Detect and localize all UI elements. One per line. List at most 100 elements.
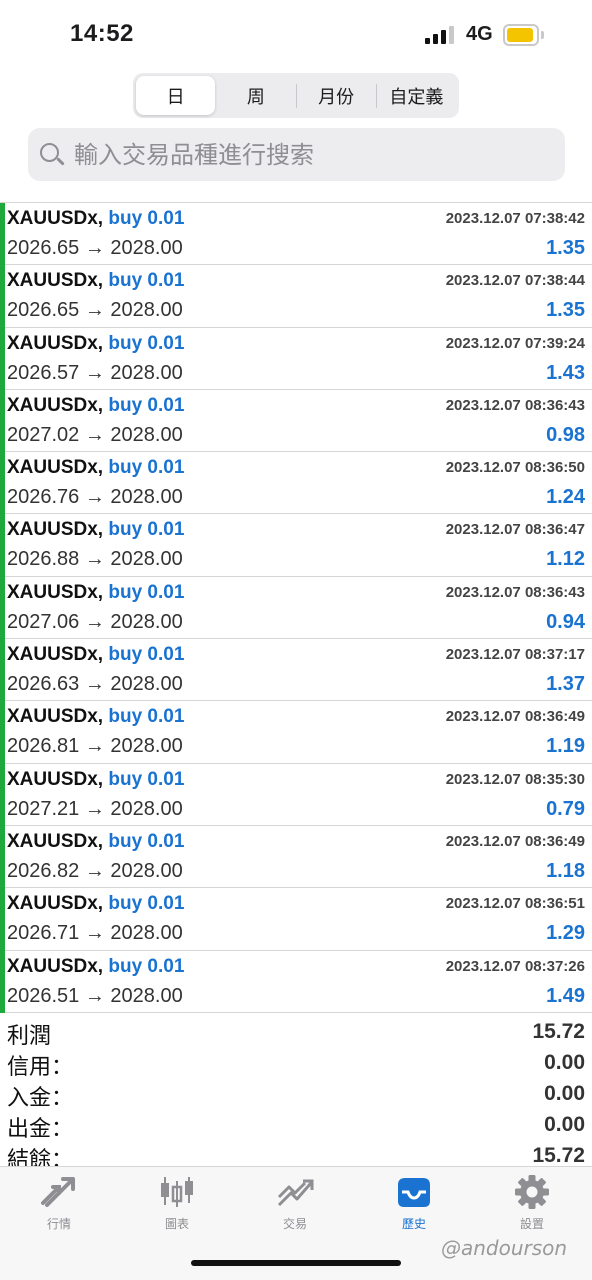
deal-time: 2023.12.07 07:39:24 — [445, 334, 585, 352]
symbol-name: XAUUSDx, — [7, 581, 104, 603]
symbol-name: XAUUSDx, — [7, 955, 104, 977]
deal-symbol: XAUUSDx, buy 0.01 — [7, 270, 184, 292]
deal-prices: 2027.02 → 2028.00 — [7, 423, 183, 446]
deal-prices: 2027.06 → 2028.00 — [7, 610, 183, 633]
deal-prices: 2026.88 → 2028.00 — [7, 548, 183, 571]
summary: 利潤 15.72 信用： 0.00 入金： 0.00 出金： 0.00 結餘： 15.72 — [0, 1016, 592, 1173]
search-icon — [38, 141, 66, 169]
deal-action: buy 0.01 — [108, 830, 185, 852]
deal-prices: 2026.51 → 2028.00 — [7, 984, 183, 1007]
deal-prices: 2026.82 → 2028.00 — [7, 859, 183, 882]
deal-time: 2023.12.07 08:36:47 — [445, 521, 585, 539]
deal-symbol: XAUUSDx, buy 0.01 — [7, 333, 184, 355]
symbol-name: XAUUSDx, — [7, 208, 104, 229]
tab-history[interactable]: 歷史 — [369, 1175, 459, 1235]
deal-row[interactable]: XAUUSDx, buy 0.01 2023.12.07 08:36:47 2026… — [0, 514, 592, 578]
symbol-name: XAUUSDx, — [7, 893, 104, 915]
network-type: 4G — [466, 23, 493, 45]
deal-symbol: XAUUSDx, buy 0.01 — [7, 208, 184, 230]
deal-time: 2023.12.07 08:36:50 — [445, 459, 585, 477]
deal-prices: 2027.21 → 2028.00 — [7, 797, 183, 820]
tab-trade[interactable]: 交易 — [250, 1175, 340, 1235]
deal-prices: 2026.76 → 2028.00 — [7, 486, 183, 509]
deal-profit: 1.19 — [546, 735, 585, 758]
deal-prices: 2026.65 → 2028.00 — [7, 299, 183, 322]
deal-row[interactable]: XAUUSDx, buy 0.01 2023.12.07 08:36:43 2027… — [0, 389, 592, 453]
deal-row[interactable]: XAUUSDx, buy 0.01 2023.12.07 08:36:43 2027… — [0, 576, 592, 640]
status-bar: 14:52 4G — [0, 0, 592, 70]
deal-action: buy 0.01 — [108, 706, 185, 728]
period-tab-day[interactable]: 日 — [136, 76, 216, 115]
deal-time: 2023.12.07 08:36:49 — [445, 708, 585, 726]
deal-row[interactable]: XAUUSDx, buy 0.01 2023.12.07 08:36:49 2026… — [0, 825, 592, 889]
tab-charts[interactable]: 圖表 — [132, 1175, 222, 1235]
deal-profit: 1.29 — [546, 922, 585, 945]
deal-row[interactable]: XAUUSDx, buy 0.01 2023.12.07 08:35:30 2027… — [0, 763, 592, 827]
summary-value: 15.72 — [532, 1020, 585, 1043]
deal-time: 2023.12.07 08:36:43 — [445, 583, 585, 601]
symbol-name: XAUUSDx, — [7, 519, 104, 541]
home-indicator — [191, 1260, 401, 1266]
deal-profit: 0.79 — [546, 797, 585, 820]
summary-row: 信用： 0.00 — [0, 1047, 592, 1080]
deal-time: 2023.12.07 08:37:17 — [445, 646, 585, 664]
battery-tip — [541, 31, 544, 39]
summary-value: 0.00 — [544, 1113, 585, 1136]
period-tab-month[interactable]: 月份 — [297, 76, 376, 115]
deal-profit: 0.98 — [546, 423, 585, 446]
deal-row[interactable]: XAUUSDx, buy 0.01 2023.12.07 08:36:51 2026… — [0, 888, 592, 951]
symbol-name: XAUUSDx, — [7, 394, 104, 416]
deal-prices: 2026.65 → 2028.00 — [7, 237, 183, 259]
deal-profit: 1.43 — [546, 361, 585, 384]
tab-label: 交易 — [282, 1217, 307, 1231]
deal-symbol: XAUUSDx, buy 0.01 — [7, 582, 184, 604]
deal-action: buy 0.01 — [108, 955, 185, 977]
symbol-name: XAUUSDx, — [7, 830, 104, 852]
symbol-name: XAUUSDx, — [7, 768, 104, 790]
deal-profit: 1.35 — [546, 299, 585, 322]
deal-time: 2023.12.07 08:35:30 — [445, 770, 585, 788]
inbox-icon — [394, 1175, 434, 1209]
deal-profit: 0.94 — [546, 610, 585, 633]
deal-row[interactable]: XAUUSDx, buy 0.01 2023.12.07 08:37:26 2026… — [0, 950, 592, 1014]
deal-prices: 2026.81 → 2028.00 — [7, 735, 183, 758]
deal-row[interactable]: XAUUSDx, buy 0.01 2023.12.07 07:39:24 2026… — [0, 327, 592, 391]
deal-symbol: XAUUSDx, buy 0.01 — [7, 519, 184, 541]
status-time: 14:52 — [70, 20, 134, 47]
trend-icon — [275, 1175, 315, 1209]
deal-profit: 1.12 — [546, 548, 585, 571]
summary-label: 信用： — [7, 1055, 74, 1080]
deal-profit: 1.49 — [546, 984, 585, 1007]
tab-settings[interactable]: 設置 — [487, 1175, 577, 1235]
arrows-icon — [39, 1175, 79, 1209]
deal-row[interactable]: XAUUSDx, buy 0.01 2023.12.07 08:37:17 2026… — [0, 639, 592, 702]
period-selector: 日 周 月份 自定義 — [133, 73, 459, 118]
deal-time: 2023.12.07 07:38:42 — [445, 210, 585, 227]
search-input[interactable] — [74, 140, 544, 169]
battery-icon — [503, 24, 539, 46]
period-tab-custom[interactable]: 自定義 — [377, 76, 456, 115]
deal-action: buy 0.01 — [108, 332, 185, 354]
symbol-name: XAUUSDx, — [7, 270, 104, 292]
tab-quotes[interactable]: 行情 — [14, 1175, 104, 1235]
deal-time: 2023.12.07 08:36:43 — [445, 396, 585, 414]
deal-row[interactable]: XAUUSDx, buy 0.01 2023.12.07 08:36:49 2026… — [0, 701, 592, 764]
summary-label: 利潤 — [7, 1024, 52, 1049]
search-bar[interactable] — [28, 128, 565, 181]
deal-row[interactable]: XAUUSDx, buy 0.01 2023.12.07 07:38:44 2026… — [0, 265, 592, 328]
deal-symbol: XAUUSDx, buy 0.01 — [7, 706, 184, 728]
signal-icon — [425, 26, 455, 44]
deal-action: buy 0.01 — [108, 768, 185, 790]
deal-symbol: XAUUSDx, buy 0.01 — [7, 831, 184, 853]
deal-action: buy 0.01 — [108, 208, 185, 229]
deal-row[interactable]: XAUUSDx, buy 0.01 2023.12.07 07:38:42 2026… — [0, 203, 592, 266]
tab-label: 歷史 — [401, 1217, 426, 1231]
symbol-name: XAUUSDx, — [7, 644, 104, 666]
period-tab-week[interactable]: 周 — [216, 76, 295, 115]
deal-profit: 1.18 — [546, 859, 585, 882]
symbol-name: XAUUSDx, — [7, 706, 104, 728]
summary-value: 0.00 — [544, 1051, 585, 1074]
deal-row[interactable]: XAUUSDx, buy 0.01 2023.12.07 08:36:50 2026… — [0, 452, 592, 515]
deal-profit: 1.37 — [546, 673, 585, 696]
deal-symbol: XAUUSDx, buy 0.01 — [7, 395, 184, 417]
